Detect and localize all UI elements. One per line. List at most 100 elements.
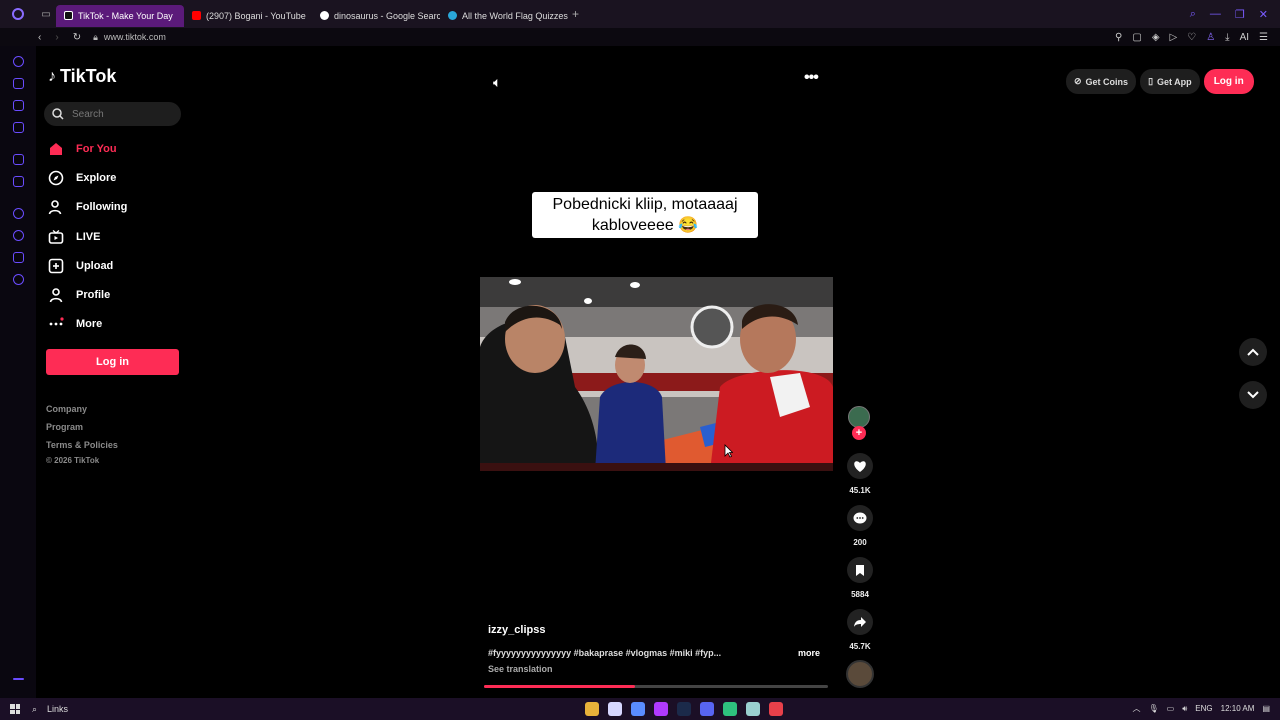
nav-following[interactable]: Following: [48, 199, 127, 215]
comment-action[interactable]: 200: [846, 505, 874, 547]
search-tabs-icon[interactable]: ⌕: [1190, 8, 1196, 21]
mouse-cursor-icon: [724, 444, 733, 458]
discord-app-icon[interactable]: [700, 702, 714, 716]
nav-upload[interactable]: Upload: [48, 258, 113, 274]
volume-icon[interactable]: 🔈︎: [493, 74, 501, 91]
media-app-icon[interactable]: [769, 702, 783, 716]
speaker-icon[interactable]: 🔊︎: [1182, 704, 1187, 714]
video-progress-bar[interactable]: [484, 685, 828, 688]
ai-button[interactable]: AI: [1240, 32, 1249, 43]
taskbar-search[interactable]: ⌕ Links: [32, 704, 68, 715]
post-hashtags[interactable]: #fyyyyyyyyyyyyyyy #bakaprase #vlogmas #m…: [488, 648, 748, 658]
caption-line: kabloveeee 😂: [591, 217, 699, 234]
search-icon: ⌕: [32, 703, 38, 714]
sidebar-bag-icon[interactable]: [13, 78, 24, 89]
close-button[interactable]: ✕: [1259, 8, 1268, 21]
sidebar-chat-icon[interactable]: [13, 122, 24, 133]
toolbar-icons: ⚲ ▢ ◈ ▷ ♡ ♙ ⤓ AI ☰: [1115, 32, 1280, 43]
more-link[interactable]: more: [798, 648, 820, 658]
tab-flag-quiz[interactable]: All the World Flag Quizzes: [440, 5, 568, 27]
new-tab-button[interactable]: +: [572, 7, 579, 21]
nav-live[interactable]: LIVE: [48, 229, 100, 245]
search-icon: [52, 108, 64, 120]
restore-button[interactable]: ❐: [1235, 8, 1245, 21]
snapshot-icon[interactable]: ▢: [1132, 32, 1141, 43]
tiktok-logo[interactable]: ♪ TikTok: [48, 66, 116, 87]
browser-logo-icon[interactable]: [0, 8, 36, 20]
sidebar-clock-icon[interactable]: [13, 230, 24, 241]
get-coins-button[interactable]: ⊘ Get Coins: [1066, 69, 1137, 94]
share-action[interactable]: 45.7K: [846, 609, 874, 651]
search-input[interactable]: Search: [44, 102, 181, 126]
get-coins-label: Get Coins: [1085, 76, 1129, 87]
download-icon[interactable]: ⤓: [1225, 32, 1229, 43]
back-icon[interactable]: ‹: [38, 32, 41, 43]
windows-start-icon[interactable]: [10, 704, 20, 714]
nav-label: LIVE: [76, 231, 101, 243]
author-username[interactable]: izzy_clipss: [488, 624, 545, 636]
play-icon[interactable]: ▷: [1170, 32, 1178, 43]
taskbar-apps: [585, 702, 783, 716]
save-action[interactable]: 5884: [846, 557, 874, 599]
terminal-app-icon[interactable]: [723, 702, 737, 716]
shield-icon[interactable]: ◈: [1152, 32, 1160, 43]
notes-app-icon[interactable]: [746, 702, 760, 716]
nav-profile[interactable]: Profile: [48, 287, 110, 303]
notification-icon[interactable]: ▤: [1262, 704, 1270, 713]
see-translation-link[interactable]: See translation: [488, 664, 553, 674]
bookmark-icon[interactable]: ⚲: [1115, 32, 1122, 43]
tab-youtube[interactable]: (2907) Bogani - YouTube: [184, 5, 312, 27]
plus-square-icon: [48, 258, 64, 274]
get-app-button[interactable]: ▯ Get App: [1140, 69, 1200, 94]
network-icon[interactable]: ▭: [1167, 704, 1175, 713]
opera-app-icon[interactable]: [654, 702, 668, 716]
reload-icon[interactable]: ↻: [73, 32, 81, 43]
footer-program-link[interactable]: Program: [46, 422, 83, 432]
video-frame[interactable]: [480, 277, 833, 471]
tab-tiktok[interactable]: TikTok - Make Your Day: [56, 4, 184, 27]
profile-icon[interactable]: ♙: [1206, 32, 1215, 43]
nav-more[interactable]: More: [48, 316, 102, 332]
steam-app-icon[interactable]: [677, 702, 691, 716]
minimize-button[interactable]: —: [1210, 8, 1221, 21]
file-explorer-icon[interactable]: [585, 702, 599, 716]
url-field[interactable]: 🔒︎ www.tiktok.com: [93, 32, 166, 43]
sidebar-player-icon[interactable]: [13, 208, 24, 219]
heart-icon: [847, 453, 873, 479]
sidebar-history-icon[interactable]: [13, 56, 24, 67]
forward-icon[interactable]: ›: [55, 32, 58, 43]
footer-company-link[interactable]: Company: [46, 404, 87, 414]
like-action[interactable]: 45.1K: [846, 453, 874, 495]
sidebar-discord-icon[interactable]: [13, 176, 24, 187]
sidebar-settings-icon[interactable]: [13, 274, 24, 285]
language-indicator[interactable]: ENG: [1195, 704, 1212, 713]
tab-label: dinosaurus - Google Search: [334, 10, 440, 21]
tab-google[interactable]: dinosaurus - Google Search: [312, 5, 440, 27]
menu-icon[interactable]: ☰: [1259, 32, 1268, 43]
nav-for-you[interactable]: For You: [48, 141, 117, 157]
sidebar-twitch-icon[interactable]: [13, 154, 24, 165]
sidebar-send-icon[interactable]: [13, 252, 24, 263]
top-login-button[interactable]: Log in: [1203, 69, 1254, 94]
sidebar-login-button[interactable]: Log in: [46, 349, 179, 375]
nav-label: Following: [76, 201, 128, 213]
mail-app-icon[interactable]: [631, 702, 645, 716]
sidebar-messenger-icon[interactable]: [13, 100, 24, 111]
sound-disc-avatar[interactable]: [846, 660, 874, 688]
footer-terms-link[interactable]: Terms & Policies: [46, 440, 118, 450]
video-options-icon[interactable]: •••: [804, 69, 819, 87]
clock[interactable]: 12:10 AM: [1221, 704, 1255, 713]
video-caption-overlay: Pobednicki kliip, motaaaaj kabloveeee 😂: [532, 192, 758, 238]
follow-plus-button[interactable]: +: [852, 426, 866, 440]
next-video-button[interactable]: [1239, 381, 1267, 409]
heart-icon[interactable]: ♡: [1187, 32, 1196, 43]
tab-menu-icon[interactable]: ▭: [36, 9, 56, 20]
previous-video-button[interactable]: [1239, 338, 1267, 366]
tray-chevron-icon[interactable]: ︿: [1133, 703, 1141, 714]
calendar-app-icon[interactable]: [608, 702, 622, 716]
microphone-icon[interactable]: 🎙︎: [1149, 704, 1159, 713]
creator-avatar[interactable]: [848, 406, 870, 428]
comment-count: 200: [853, 538, 867, 547]
nav-explore[interactable]: Explore: [48, 170, 116, 186]
sidebar-more-icon[interactable]: [13, 678, 24, 680]
